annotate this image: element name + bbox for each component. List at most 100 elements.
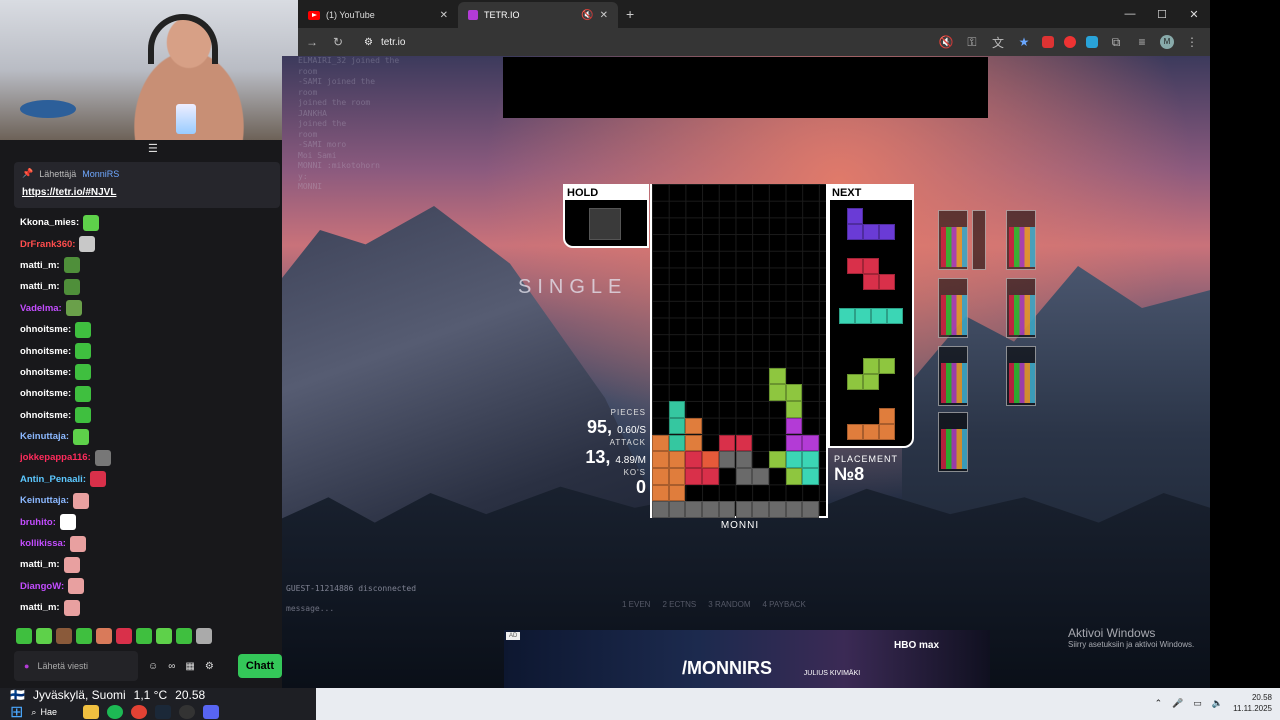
targeting-mode[interactable]: 1 EVEN (622, 600, 650, 609)
chat-username[interactable]: Keinuttaja: (20, 431, 69, 442)
chat-username[interactable]: matti_m: (20, 281, 60, 292)
store-icon[interactable]: ▦ (185, 661, 194, 672)
chat-message[interactable]: Keinuttaja: (20, 490, 280, 511)
media-icon[interactable]: ≡ (1134, 35, 1150, 49)
chat-message[interactable]: Antin_Penaali: (20, 469, 280, 490)
chat-username[interactable]: jokkepappa116: (20, 452, 91, 463)
discord-icon[interactable] (203, 705, 220, 719)
quick-emote-icon[interactable] (16, 628, 32, 644)
close-window-button[interactable]: ✕ (1178, 8, 1210, 21)
advertisement[interactable]: AD /MONNIRS JULIUS KIVIMÄKI HBO max (504, 630, 990, 688)
quick-emote-icon[interactable] (136, 628, 152, 644)
chat-username[interactable]: ohnoitsme: (20, 388, 71, 399)
pinned-link[interactable]: https://tetr.io/#NJVL (22, 187, 272, 198)
chat-username[interactable]: ohnoitsme: (20, 410, 71, 421)
search-button[interactable]: ⌕ Hae (31, 707, 75, 718)
reload-icon[interactable]: ↻ (330, 35, 346, 49)
extension-red-icon[interactable] (1042, 36, 1054, 48)
muted-icon[interactable]: 🔇 (938, 35, 954, 49)
spotify-icon[interactable] (107, 705, 124, 719)
chat-username[interactable]: bruhito: (20, 517, 56, 528)
key-icon[interactable]: ⚿ (964, 35, 980, 50)
close-icon[interactable]: ✕ (440, 10, 448, 21)
chat-username[interactable]: Keinuttaja: (20, 495, 69, 506)
address-bar[interactable]: ⚙ tetr.io (356, 37, 928, 48)
chat-message[interactable]: bruhito: (20, 511, 280, 532)
steam-icon[interactable] (155, 705, 172, 719)
chrome-icon[interactable] (131, 705, 148, 719)
chat-message[interactable]: ohnoitsme: (20, 362, 280, 383)
file-explorer-icon[interactable] (83, 705, 100, 719)
site-info-icon[interactable]: ⚙ (364, 37, 373, 48)
extensions-icon[interactable]: ⧉ (1108, 35, 1124, 50)
volume-icon[interactable]: 🔈 (1212, 698, 1223, 709)
microphone-icon[interactable]: 🎤 (1172, 698, 1183, 709)
chat-message[interactable]: DiangoW: (20, 576, 280, 597)
chat-message[interactable]: ohnoitsme: (20, 405, 280, 426)
quick-emote-icon[interactable] (116, 628, 132, 644)
chat-message[interactable]: ohnoitsme: (20, 383, 280, 404)
chat-username[interactable]: DrFrank360: (20, 239, 75, 250)
quick-emote-icon[interactable] (56, 628, 72, 644)
maximize-button[interactable]: ☐ (1146, 8, 1178, 21)
chat-message[interactable]: kollikissa: (20, 533, 280, 554)
chat-message[interactable]: Kkona_mies: (20, 212, 280, 233)
quick-emote-icon[interactable] (196, 628, 212, 644)
chat-username[interactable]: ohnoitsme: (20, 367, 71, 378)
targeting-mode[interactable]: 3 RANDOM (708, 600, 750, 609)
translate-icon[interactable]: 文 (990, 34, 1006, 51)
collapse-icon[interactable]: ☰ (148, 142, 158, 155)
pinned-user[interactable]: MonniRS (82, 169, 119, 179)
bookmark-star-icon[interactable]: ★ (1016, 35, 1032, 49)
obs-icon[interactable] (179, 705, 196, 719)
chat-username[interactable]: ohnoitsme: (20, 346, 71, 357)
extension-record-icon[interactable] (1064, 36, 1076, 48)
quick-emote-icon[interactable] (36, 628, 52, 644)
chat-username[interactable]: kollikissa: (20, 538, 66, 549)
quick-emote-icon[interactable] (76, 628, 92, 644)
new-tab-button[interactable]: + (618, 6, 642, 22)
chat-username[interactable]: matti_m: (20, 559, 60, 570)
chat-username[interactable]: Vadelma: (20, 303, 62, 314)
chat-username[interactable]: Antin_Penaali: (20, 474, 86, 485)
quick-emote-icon[interactable] (156, 628, 172, 644)
minimize-button[interactable]: — (1114, 8, 1146, 20)
quick-emote-icon[interactable] (96, 628, 112, 644)
close-icon[interactable]: ✕ (600, 10, 608, 21)
chat-message[interactable]: matti_m: (20, 554, 280, 575)
tab-tetrio[interactable]: TETR.IO 🔇 ✕ (458, 2, 618, 28)
tab-youtube[interactable]: (1) YouTube ✕ (298, 2, 458, 28)
targeting-mode[interactable]: 4 PAYBACK (763, 600, 806, 609)
chat-message[interactable]: matti_m: (20, 597, 280, 618)
chat-message[interactable]: ohnoitsme: (20, 319, 280, 340)
quick-emote-icon[interactable] (176, 628, 192, 644)
chat-username[interactable]: matti_m: (20, 260, 60, 271)
start-icon[interactable]: ⊞ (10, 702, 23, 720)
chat-username[interactable]: DiangoW: (20, 581, 64, 592)
profile-avatar[interactable]: M (1160, 35, 1174, 49)
chat-message[interactable]: matti_m: (20, 255, 280, 276)
tray-expand-icon[interactable]: ⌃ (1155, 698, 1163, 709)
room-message-input[interactable]: message... (286, 604, 334, 613)
chat-input[interactable]: ● Lähetä viesti (14, 651, 138, 681)
chat-message[interactable]: Vadelma: (20, 298, 280, 319)
forward-icon[interactable]: → (304, 35, 320, 49)
chat-message[interactable]: jokkepappa116: (20, 447, 280, 468)
chat-username[interactable]: ohnoitsme: (20, 324, 71, 335)
mute-icon[interactable]: 🔇 (581, 10, 593, 21)
chat-message[interactable]: ohnoitsme: (20, 340, 280, 361)
network-icon[interactable]: ▭ (1193, 698, 1202, 709)
clock[interactable]: 20.58 11.11.2025 (1233, 692, 1272, 714)
settings-icon[interactable]: ⚙ (205, 661, 214, 672)
pinned-message[interactable]: 📌 Lähettäjä MonniRS https://tetr.io/#NJV… (14, 162, 280, 208)
chat-button[interactable]: Chatt (237, 654, 282, 678)
chat-username[interactable]: Kkona_mies: (20, 217, 79, 228)
emote-icon[interactable]: ☺ (148, 661, 158, 672)
extension-7tv-icon[interactable] (1086, 36, 1098, 48)
points-icon[interactable]: ∞ (168, 661, 175, 672)
chat-message[interactable]: Keinuttaja: (20, 426, 280, 447)
targeting-mode[interactable]: 2 ECTNS (662, 600, 696, 609)
menu-icon[interactable]: ⋮ (1184, 35, 1200, 49)
chat-message[interactable]: matti_m: (20, 276, 280, 297)
chat-message[interactable]: DrFrank360: (20, 233, 280, 254)
